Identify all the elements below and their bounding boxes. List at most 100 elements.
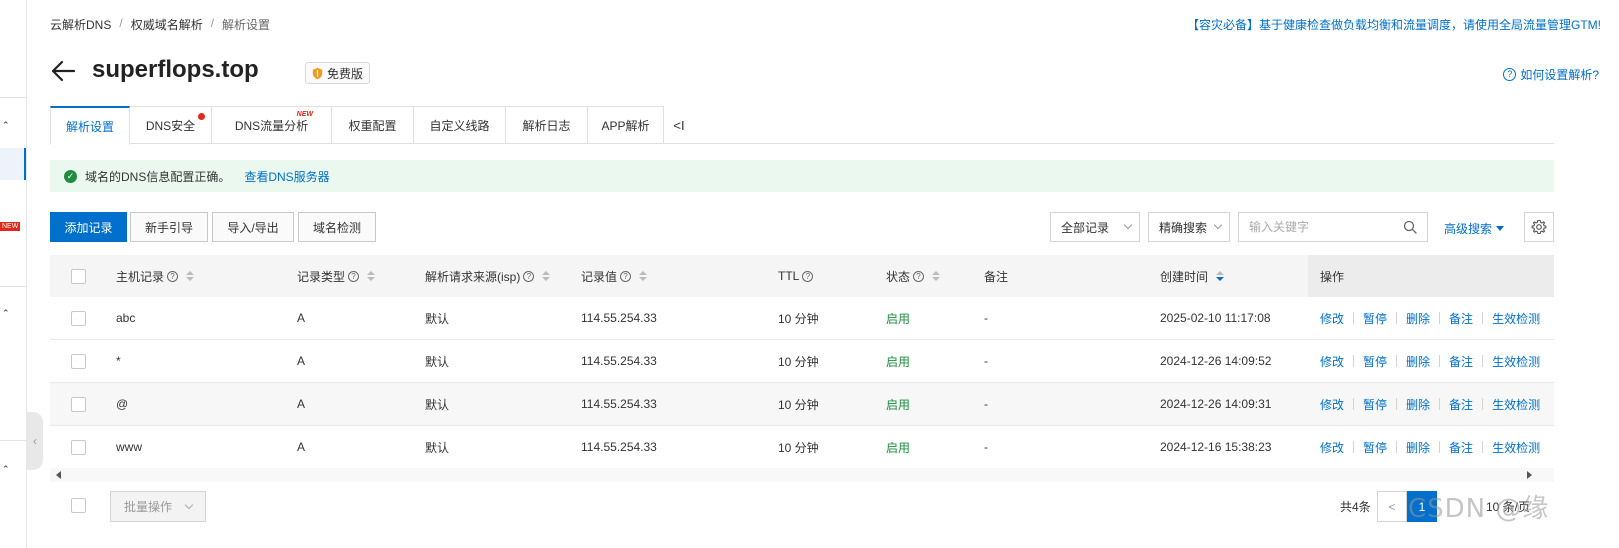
table-row: www A 默认 114.55.254.33 10 分钟 启用 - 2024-1…: [50, 426, 1554, 469]
dns-records-table: 主机记录 ? 记录类型 ? 解析请求来源(isp) ? 记录值 ? TTL ? …: [50, 255, 1554, 469]
sidebar-item-active[interactable]: [0, 148, 26, 180]
record-filter-select[interactable]: 全部记录: [1050, 212, 1140, 242]
footer-select-all-checkbox[interactable]: [71, 498, 86, 513]
edit-link[interactable]: 修改: [1320, 396, 1344, 413]
remark-link[interactable]: 备注: [1449, 439, 1473, 456]
prev-page-button[interactable]: <: [1377, 491, 1407, 522]
back-arrow-icon[interactable]: [50, 58, 76, 84]
chevron-left-icon: ‹: [33, 434, 37, 448]
delete-link[interactable]: 删除: [1406, 439, 1430, 456]
edit-link[interactable]: 修改: [1320, 353, 1344, 370]
tab-app-resolution[interactable]: APP解析: [588, 106, 664, 144]
tab-dns-traffic-analysis[interactable]: DNS流量分析 NEW: [212, 106, 332, 144]
verify-link[interactable]: 生效检测: [1492, 439, 1540, 456]
row-checkbox[interactable]: [71, 353, 86, 369]
col-status-label: 状态: [886, 269, 911, 284]
col-line[interactable]: 解析请求来源(isp) ?: [425, 255, 551, 297]
col-line-label: 解析请求来源(isp): [425, 269, 521, 284]
delete-link[interactable]: 删除: [1406, 310, 1430, 327]
question-icon[interactable]: ?: [167, 270, 179, 282]
tab-dns-settings[interactable]: 解析设置: [50, 106, 130, 145]
verify-link[interactable]: 生效检测: [1492, 396, 1540, 413]
chevron-down-icon: [184, 500, 194, 509]
pause-link[interactable]: 暂停: [1363, 439, 1387, 456]
edit-link[interactable]: 修改: [1320, 310, 1344, 327]
tab-collapse-toggle[interactable]: <I: [664, 106, 694, 144]
delete-link[interactable]: 删除: [1406, 353, 1430, 370]
tab-resolution-logs[interactable]: 解析日志: [506, 106, 588, 144]
question-icon[interactable]: ?: [913, 270, 925, 282]
cell-type: A: [297, 354, 306, 368]
search-input[interactable]: [1249, 220, 1389, 234]
col-type[interactable]: 记录类型 ?: [297, 255, 376, 297]
verify-link[interactable]: 生效检测: [1492, 310, 1540, 327]
search-mode-select[interactable]: 精确搜索: [1148, 212, 1230, 242]
sort-icon[interactable]: [186, 271, 195, 281]
col-actions-label: 操作: [1320, 269, 1345, 284]
question-icon[interactable]: ?: [620, 270, 632, 282]
tab-label: 自定义线路: [429, 118, 490, 133]
sort-icon[interactable]: [932, 271, 941, 281]
total-count: 共4条: [1340, 500, 1371, 514]
row-checkbox[interactable]: [71, 396, 86, 412]
col-host[interactable]: 主机记录 ?: [116, 255, 195, 297]
question-icon[interactable]: ?: [348, 270, 360, 282]
sidebar-collapse-handle[interactable]: ‹: [27, 412, 43, 470]
cell-host: abc: [116, 311, 136, 325]
question-icon[interactable]: ?: [523, 270, 535, 282]
gtm-promo-link[interactable]: 【容灾必备】基于健康检查做负载均衡和流量调度，请使用全局流量管理GTM!: [1187, 16, 1601, 33]
tab-dns-security[interactable]: DNS安全: [130, 106, 212, 144]
horizontal-scrollbar[interactable]: [50, 468, 1554, 482]
cell-status: 启用: [886, 311, 911, 326]
breadcrumb-item[interactable]: 权威域名解析: [131, 16, 203, 33]
col-value[interactable]: 记录值 ?: [581, 255, 648, 297]
col-created[interactable]: 创建时间: [1160, 255, 1225, 297]
cell-created: 2024-12-16 15:38:23: [1160, 440, 1272, 454]
chevron-up-icon[interactable]: ⌃: [2, 120, 10, 131]
domain-check-button[interactable]: 域名检测: [298, 212, 376, 242]
scroll-left-icon[interactable]: [56, 471, 61, 479]
delete-link[interactable]: 删除: [1406, 396, 1430, 413]
breadcrumb-item[interactable]: 云解析DNS: [50, 16, 111, 33]
sort-icon[interactable]: [542, 271, 551, 281]
cell-type: A: [297, 440, 306, 454]
scroll-right-icon[interactable]: [1527, 471, 1532, 479]
help-link[interactable]: ? 如何设置解析?: [1503, 66, 1599, 83]
col-status[interactable]: 状态 ?: [886, 255, 941, 297]
add-record-button[interactable]: 添加记录: [50, 212, 127, 242]
remark-link[interactable]: 备注: [1449, 310, 1473, 327]
chevron-up-icon[interactable]: ⌃: [2, 464, 10, 475]
sort-desc-icon[interactable]: [1216, 271, 1225, 281]
sidebar-new-tag: NEW: [0, 222, 21, 231]
row-checkbox[interactable]: [71, 439, 86, 455]
sort-icon[interactable]: [367, 271, 376, 281]
pause-link[interactable]: 暂停: [1363, 310, 1387, 327]
row-actions: 修改 暂停 删除 备注 生效检测: [1320, 383, 1540, 425]
cell-value: 114.55.254.33: [581, 397, 657, 411]
col-type-label: 记录类型: [297, 269, 346, 284]
import-export-button[interactable]: 导入/导出: [212, 212, 294, 242]
beginner-guide-button[interactable]: 新手引导: [130, 212, 208, 242]
edit-link[interactable]: 修改: [1320, 439, 1344, 456]
cell-ttl: 10 分钟: [778, 397, 819, 412]
tab-weight-config[interactable]: 权重配置: [332, 106, 414, 144]
batch-operations-button[interactable]: 批量操作: [110, 491, 206, 522]
cell-created: 2024-12-26 14:09:31: [1160, 397, 1272, 411]
pause-link[interactable]: 暂停: [1363, 353, 1387, 370]
chevron-up-icon[interactable]: ⌃: [2, 308, 10, 319]
search-icon[interactable]: [1403, 220, 1417, 234]
cell-remark: -: [984, 397, 988, 411]
sort-icon[interactable]: [639, 271, 648, 281]
select-all-checkbox[interactable]: [71, 268, 86, 284]
advanced-search-toggle[interactable]: 高级搜索: [1444, 220, 1505, 237]
settings-button[interactable]: [1524, 212, 1554, 242]
question-icon[interactable]: ?: [802, 270, 814, 282]
remark-link[interactable]: 备注: [1449, 396, 1473, 413]
row-checkbox[interactable]: [71, 310, 86, 326]
pause-link[interactable]: 暂停: [1363, 396, 1387, 413]
remark-link[interactable]: 备注: [1449, 353, 1473, 370]
verify-link[interactable]: 生效检测: [1492, 353, 1540, 370]
view-dns-servers-link[interactable]: 查看DNS服务器: [244, 168, 329, 185]
col-ttl: TTL ?: [778, 255, 814, 297]
tab-custom-lines[interactable]: 自定义线路: [414, 106, 506, 144]
